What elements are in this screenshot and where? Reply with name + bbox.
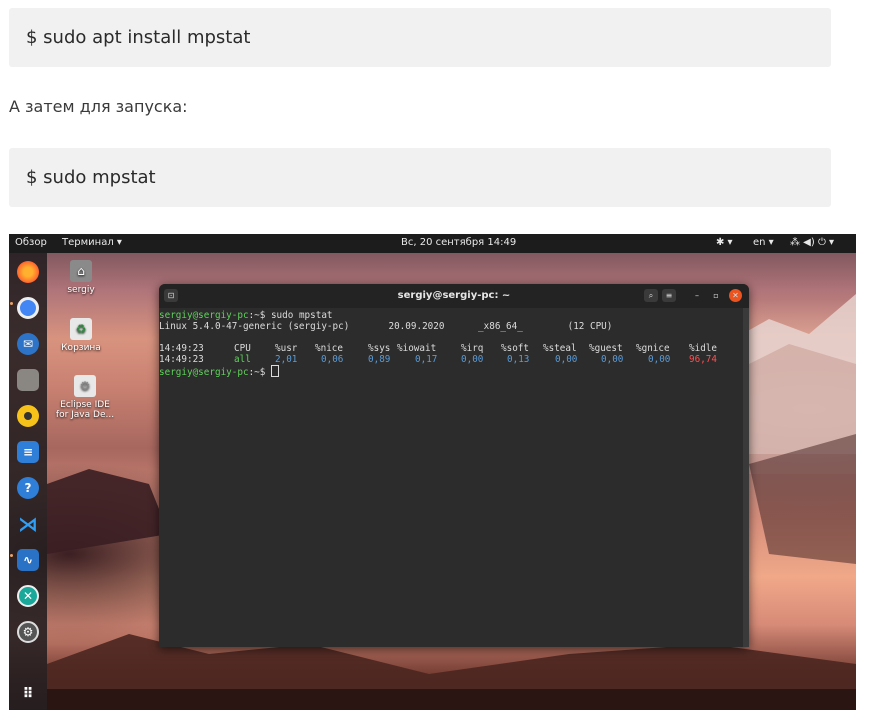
code-text: $ sudo mpstat [26,167,156,188]
dock: ✉ ≡ ? ⋊ ∿ ✕ ⚙ ⠿ [9,253,47,710]
prompt-line: sergiy@sergiy-pc:~$ sudo mpstat [159,310,333,321]
terminal-title: sergiy@sergiy-pc: ~ [397,290,511,301]
cpu-value: all [234,354,251,365]
col-header: %sys [368,343,391,354]
chromium-icon[interactable] [17,297,39,319]
gnice-value: 0,00 [648,354,671,365]
terminal-output[interactable]: sergiy@sergiy-pc:~$ sudo mpstat Linux 5.… [159,308,743,647]
code-block-install: $ sudo apt install mpstat [9,8,831,67]
eclipse-icon: ⚙ [74,375,96,397]
col-header: %usr [275,343,298,354]
irq-value: 0,00 [461,354,484,365]
steal-value: 0,00 [555,354,578,365]
cursor [270,365,279,377]
search-icon[interactable]: ⌕ [644,289,658,302]
values-time: 14:49:23 [159,354,204,365]
terminal-headerbar: ⊡ sergiy@sergiy-pc: ~ ⌕ ≡ – ▫ ✕ [159,284,749,308]
col-header: %steal [543,343,577,354]
terminal-scrollbar[interactable] [743,308,749,647]
maximize-icon[interactable]: ▫ [709,289,723,302]
col-header: %irq [461,343,484,354]
system-monitor-icon[interactable]: ∿ [17,549,39,571]
menu-icon[interactable]: ≡ [662,289,676,302]
iowait-value: 0,17 [415,354,438,365]
activities-button[interactable]: Обзор [15,237,47,248]
desktop-icon-eclipse[interactable]: ⚙ Eclipse IDE for Java De... [53,375,117,420]
sysinfo-line: Linux 5.4.0-47-generic (sergiy-pc) 20.09… [159,321,613,332]
soft-value: 0,13 [507,354,530,365]
trash-icon: ♻ [70,318,92,340]
col-header: CPU [234,343,251,354]
app-menu[interactable]: Терминал ▾ [62,237,122,248]
code-block-run: $ sudo mpstat [9,148,831,207]
rhythmbox-icon[interactable] [17,405,39,427]
help-icon[interactable]: ? [17,477,39,499]
col-header: %iowait [397,343,437,354]
paragraph: А затем для запуска: [9,97,188,116]
usr-value: 2,01 [275,354,298,365]
desktop-icon-home[interactable]: ⌂ sergiy [53,260,109,295]
settings-icon[interactable]: ⚙ [17,621,39,643]
nice-value: 0,06 [321,354,344,365]
guest-value: 0,00 [601,354,624,365]
desktop-icon-trash[interactable]: ♻ Корзина [53,318,109,353]
close-icon[interactable]: ✕ [729,289,742,302]
clock[interactable]: Вс, 20 сентября 14:49 [401,237,516,248]
sys-value: 0,89 [368,354,391,365]
desktop-screenshot: Обзор Терминал ▾ Вс, 20 сентября 14:49 ✱… [9,234,856,710]
system-menu[interactable]: ⁂ ◀) ⏻ ▾ [790,237,834,248]
top-bar: Обзор Терминал ▾ Вс, 20 сентября 14:49 ✱… [9,234,856,253]
writer-icon[interactable]: ≡ [17,441,39,463]
col-header: %idle [689,343,717,354]
header-time: 14:49:23 [159,343,204,354]
firefox-icon[interactable] [17,261,39,283]
terminal-window[interactable]: ⊡ sergiy@sergiy-pc: ~ ⌕ ≡ – ▫ ✕ sergiy@s… [159,284,749,647]
col-header: %nice [315,343,343,354]
col-header: %soft [501,343,529,354]
code-text: $ sudo apt install mpstat [26,27,251,48]
accessibility-menu[interactable]: ✱ ▾ [716,237,733,248]
minimize-icon[interactable]: – [690,289,704,302]
show-applications-icon[interactable]: ⠿ [17,683,39,705]
language-menu[interactable]: en ▾ [753,237,774,248]
home-folder-icon: ⌂ [70,260,92,282]
col-header: %guest [589,343,623,354]
idle-value: 96,74 [689,354,717,365]
thunderbird-icon[interactable]: ✉ [17,333,39,355]
software-updater-icon[interactable]: ✕ [17,585,39,607]
col-header: %gnice [636,343,670,354]
prompt-line: sergiy@sergiy-pc:~$ [159,365,279,378]
vscode-icon[interactable]: ⋊ [17,512,39,536]
files-icon[interactable] [17,369,39,391]
